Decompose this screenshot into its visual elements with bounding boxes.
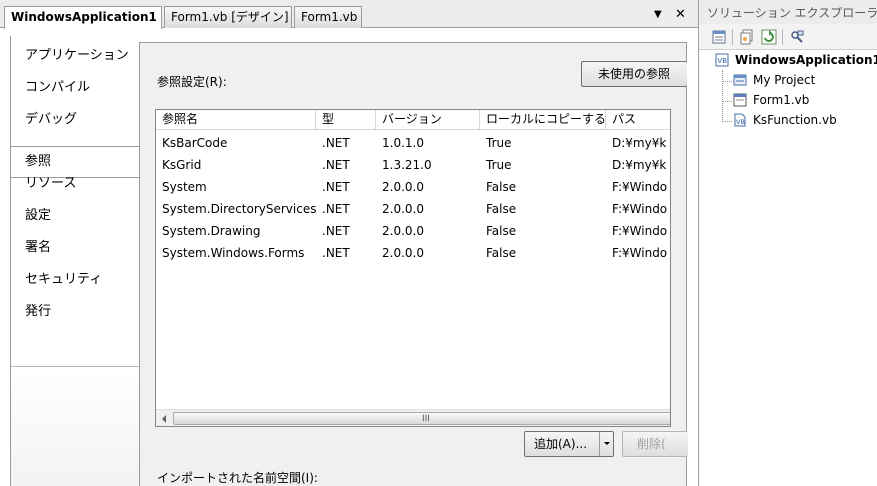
form1-label: Form1.vb xyxy=(753,93,810,107)
my-project-label: My Project xyxy=(753,73,816,87)
references-label: 参照設定(R): xyxy=(157,75,227,89)
cell-copy-local: False xyxy=(486,246,517,260)
cell-type: .NET xyxy=(322,202,350,216)
column-header-copy-local[interactable]: ローカルにコピーする xyxy=(480,110,606,130)
cell-path: F:¥Windo xyxy=(612,180,668,194)
tab-dropdown-icon[interactable]: ▼ xyxy=(654,7,662,23)
cell-copy-local: True xyxy=(486,158,512,172)
svg-text:VB: VB xyxy=(718,57,728,65)
nav-item-compile[interactable]: コンパイル xyxy=(25,78,90,98)
nav-item-debug[interactable]: デバッグ xyxy=(25,110,77,130)
svg-text:VB: VB xyxy=(736,118,745,126)
nav-item-resources[interactable]: リソース xyxy=(25,174,76,194)
project-label: WindowsApplication1 xyxy=(735,53,877,67)
my-project-icon xyxy=(733,73,747,87)
solution-explorer-panel: ソリューション エクスプローラ VB WindowsApplication1 M… xyxy=(698,0,877,486)
table-row[interactable]: System.Windows.Forms .NET 2.0.0.0 False … xyxy=(156,242,670,264)
cell-path: F:¥Windo xyxy=(612,224,668,238)
cell-type: .NET xyxy=(322,246,350,260)
close-icon[interactable]: ✕ xyxy=(675,7,686,23)
toolbar-separator xyxy=(732,29,733,45)
cell-version: 2.0.0.0 xyxy=(382,224,424,238)
project-properties-page: アプリケーション コンパイル デバッグ 参照 リソース 設定 署名 セキュリティ… xyxy=(0,28,698,486)
table-row[interactable]: System.DirectoryServices .NET 2.0.0.0 Fa… xyxy=(156,198,670,220)
column-header-version[interactable]: バージョン xyxy=(376,110,480,130)
solution-explorer-toolbar xyxy=(699,24,877,50)
cell-path: F:¥Windo xyxy=(612,202,668,216)
tree-connector xyxy=(722,81,732,82)
column-header-name[interactable]: 参照名 xyxy=(156,110,316,130)
tab-form1-code[interactable]: Form1.vb xyxy=(294,6,362,28)
tree-connector xyxy=(722,70,723,122)
solution-explorer-title: ソリューション エクスプローラ xyxy=(699,0,877,24)
remove-reference-button[interactable]: 削除( xyxy=(622,431,688,457)
properties-icon[interactable] xyxy=(711,29,727,45)
cell-path: F:¥Windo xyxy=(612,246,668,260)
form-icon xyxy=(733,93,747,107)
nav-panel-footer xyxy=(11,366,139,486)
vb-project-icon: VB xyxy=(715,53,729,67)
tab-windowsapplication1[interactable]: WindowsApplication1 xyxy=(4,6,162,29)
horizontal-scrollbar[interactable]: III xyxy=(156,409,670,426)
cell-path: D:¥my¥k xyxy=(612,158,667,172)
nav-item-application[interactable]: アプリケーション xyxy=(25,46,129,66)
cell-name: KsGrid xyxy=(162,158,202,172)
table-row[interactable]: System.Drawing .NET 2.0.0.0 False F:¥Win… xyxy=(156,220,670,242)
cell-type: .NET xyxy=(322,180,350,194)
nav-item-security[interactable]: セキュリティ xyxy=(25,270,102,290)
add-reference-button[interactable]: 追加(A)... xyxy=(524,431,614,457)
table-row[interactable]: KsBarCode .NET 1.0.1.0 True D:¥my¥k xyxy=(156,132,670,154)
cell-version: 2.0.0.0 xyxy=(382,246,424,260)
nav-item-publish[interactable]: 発行 xyxy=(25,302,51,322)
cell-version: 1.0.1.0 xyxy=(382,136,424,150)
cell-name: System.DirectoryServices xyxy=(162,202,316,216)
document-tab-strip: WindowsApplication1 Form1.vb [デザイン] Form… xyxy=(0,0,698,29)
imports-label: インポートされた名前空間(I): xyxy=(157,471,318,485)
references-list-header: 参照名 型 バージョン ローカルにコピーする パス xyxy=(156,110,670,130)
toolbar-separator xyxy=(782,29,783,45)
table-row[interactable]: KsGrid .NET 1.3.21.0 True D:¥my¥k xyxy=(156,154,670,176)
cell-name: System xyxy=(162,180,207,194)
cell-type: .NET xyxy=(322,136,350,150)
cell-type: .NET xyxy=(322,158,350,172)
tree-connector xyxy=(722,101,732,102)
cell-copy-local: False xyxy=(486,224,517,238)
references-list: 参照名 型 バージョン ローカルにコピーする パス KsBarCode .NET… xyxy=(155,109,671,427)
cell-version: 2.0.0.0 xyxy=(382,180,424,194)
scroll-left-arrow-icon[interactable] xyxy=(156,410,173,426)
refresh-icon[interactable] xyxy=(761,29,777,45)
tree-connector xyxy=(722,121,732,122)
references-page: 参照設定(R): 未使用の参照 参照名 型 バージョン ローカルにコピーする パ… xyxy=(139,42,688,486)
cell-type: .NET xyxy=(322,224,350,238)
cell-name: System.Drawing xyxy=(162,224,261,238)
vb-file-icon: VB xyxy=(733,113,747,127)
nav-item-references[interactable]: 参照 xyxy=(25,152,51,172)
cell-copy-local: False xyxy=(486,180,517,194)
add-reference-dropdown-icon[interactable] xyxy=(599,432,613,456)
class-view-icon[interactable] xyxy=(789,29,805,45)
ksfunction-label: KsFunction.vb xyxy=(753,113,837,127)
cell-copy-local: True xyxy=(486,136,512,150)
cell-version: 1.3.21.0 xyxy=(382,158,432,172)
table-row[interactable]: System .NET 2.0.0.0 False F:¥Windo xyxy=(156,176,670,198)
add-reference-label: 追加(A)... xyxy=(534,437,588,451)
column-header-type[interactable]: 型 xyxy=(316,110,376,130)
cell-copy-local: False xyxy=(486,202,517,216)
cell-name: KsBarCode xyxy=(162,136,228,150)
column-header-path[interactable]: パス xyxy=(606,110,670,130)
scrollbar-grip: III xyxy=(422,414,430,424)
cell-name: System.Windows.Forms xyxy=(162,246,305,260)
nav-item-settings[interactable]: 設定 xyxy=(25,206,51,226)
unused-references-button[interactable]: 未使用の参照 xyxy=(581,61,687,87)
show-all-files-icon[interactable] xyxy=(739,29,755,45)
nav-item-signing[interactable]: 署名 xyxy=(25,238,51,258)
property-nav-panel: アプリケーション コンパイル デバッグ 参照 リソース 設定 署名 セキュリティ… xyxy=(10,36,141,486)
cell-path: D:¥my¥k xyxy=(612,136,667,150)
tab-form1-design[interactable]: Form1.vb [デザイン] xyxy=(164,6,292,28)
cell-version: 2.0.0.0 xyxy=(382,202,424,216)
scrollbar-thumb[interactable]: III xyxy=(173,412,670,425)
